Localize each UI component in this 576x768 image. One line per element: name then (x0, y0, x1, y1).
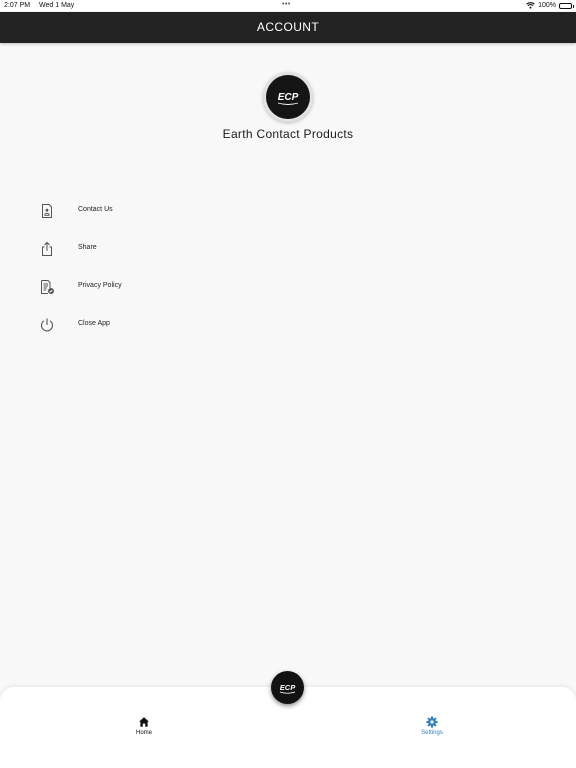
status-right: 100% (526, 2, 574, 9)
multitasking-dots-icon[interactable]: ••• (282, 1, 291, 8)
center-logo-button[interactable]: ECP (271, 671, 304, 704)
logo-circle: ECP (266, 75, 310, 119)
wifi-icon (526, 2, 535, 9)
menu-item-label: Privacy Policy (78, 282, 122, 289)
menu-item-label: Share (78, 244, 97, 251)
battery-icon (559, 2, 574, 9)
menu-item-label: Close App (78, 320, 110, 327)
gear-icon (426, 716, 438, 728)
company-name: Earth Contact Products (222, 127, 354, 141)
power-icon (40, 318, 54, 332)
header-bar: ACCOUNT (0, 12, 576, 43)
logo-text: ECP (278, 92, 299, 103)
ecp-logo-icon: ECP (280, 683, 296, 694)
page-title: ACCOUNT (256, 20, 320, 34)
account-menu: Contact Us Share Privacy Policy Close Ap… (0, 192, 576, 344)
tab-settings-label: Settings (421, 730, 443, 736)
menu-item-label: Contact Us (78, 206, 113, 213)
share-icon (42, 241, 52, 256)
privacy-policy-icon (41, 280, 54, 294)
menu-item-close-app[interactable]: Close App (0, 306, 576, 344)
tab-home-label: Home (135, 730, 152, 736)
tab-home[interactable]: Home (104, 716, 184, 736)
status-date: Wed 1 May (39, 2, 75, 9)
profile-logo: ECP (263, 72, 313, 122)
menu-item-share[interactable]: Share (0, 230, 576, 268)
tab-settings[interactable]: Settings (392, 716, 472, 736)
home-icon (139, 717, 149, 727)
menu-item-privacy-policy[interactable]: Privacy Policy (0, 268, 576, 306)
status-left: 2:07 PM Wed 1 May (4, 2, 81, 9)
ecp-logo-icon: ECP (278, 92, 299, 105)
battery-percent: 100% (538, 2, 556, 9)
status-time: 2:07 PM (4, 2, 31, 9)
status-bar: 2:07 PM Wed 1 May ••• 100% (0, 0, 576, 12)
center-logo-text: ECP (280, 683, 296, 692)
contact-document-icon (42, 204, 52, 218)
menu-item-contact-us[interactable]: Contact Us (0, 192, 576, 230)
